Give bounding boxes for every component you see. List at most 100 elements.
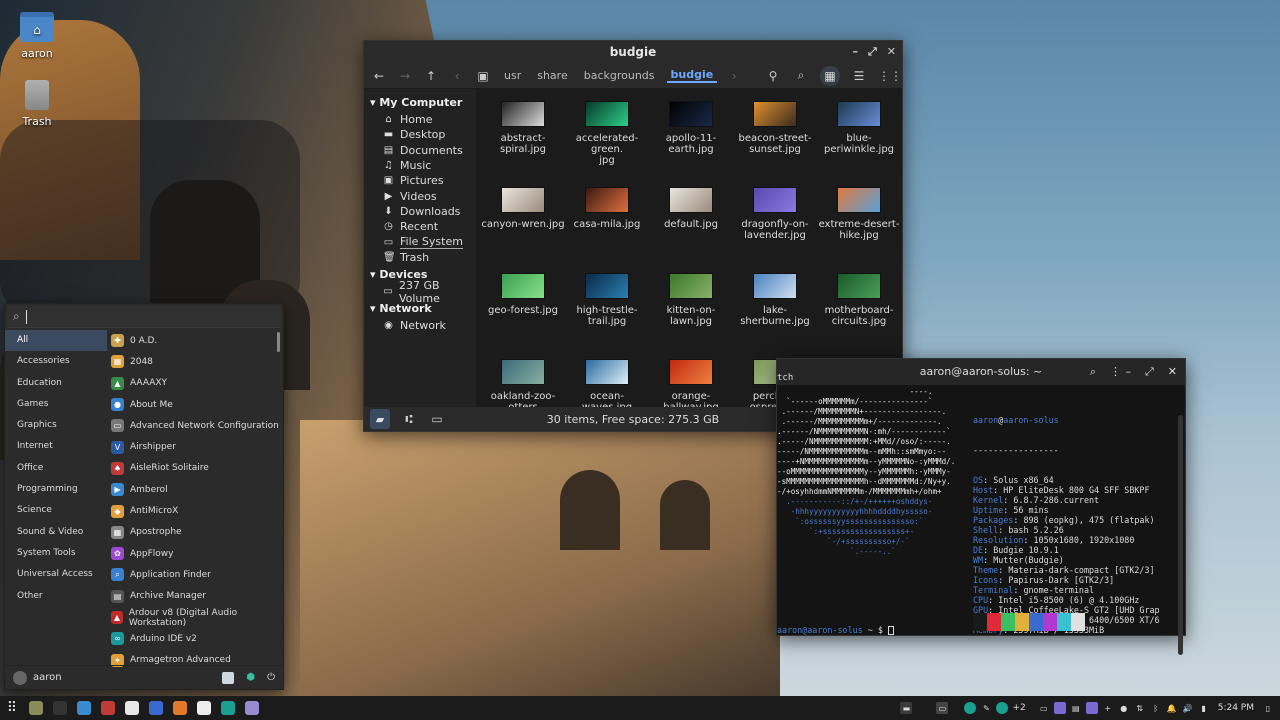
category-sound-video[interactable]: Sound & Video [5, 522, 107, 543]
close-icon[interactable]: ✕ [887, 41, 896, 63]
file-item[interactable]: lake-sherburne.jpg [733, 273, 817, 359]
file-item[interactable]: high-trestle-trail.jpg [565, 273, 649, 359]
panel-launcher[interactable] [24, 696, 48, 720]
sidebar-section-my-computer[interactable]: ▾ My Computer [364, 93, 476, 112]
breadcrumb-share[interactable]: share [533, 69, 572, 82]
sidebar-item-trash[interactable]: 🗑 Trash [364, 250, 476, 265]
icon-view-icon[interactable]: ▦ [820, 65, 840, 86]
window-titlebar[interactable]: budgie – ⤢ ✕ [364, 41, 902, 63]
minimize-icon[interactable]: – [852, 41, 858, 63]
file-item[interactable]: dragonfly-on- lavender.jpg [733, 187, 817, 273]
app-item[interactable]: ▤ Archive Manager [111, 586, 283, 607]
app-menu-button[interactable]: ⠿ [0, 696, 24, 720]
category-accessories[interactable]: Accessories [5, 351, 107, 372]
power-icon[interactable]: ⏻ [267, 672, 275, 683]
tray-app-icon-2[interactable] [996, 702, 1009, 714]
search-icon[interactable]: ⌕ [792, 68, 810, 83]
app-item[interactable]: ▲ Ardour v8 (Digital Audio Workstation) [111, 607, 283, 628]
app-item[interactable]: ♠ AisleRiot Solitaire [111, 458, 283, 479]
file-item[interactable]: orange-hallway.jpg [649, 359, 733, 407]
sidebar-item-file-system[interactable]: ▭ File System [364, 234, 476, 250]
app-item[interactable]: ▭ Advanced Network Configuration [111, 415, 283, 436]
breadcrumb-backgrounds[interactable]: backgrounds [580, 69, 659, 82]
sidebar-item-recent[interactable]: ◷ Recent [364, 219, 476, 234]
app-item[interactable]: ▶ Amberol [111, 479, 283, 500]
sidebar-item-videos[interactable]: ▶ Videos [364, 188, 476, 203]
tray-notes-icon[interactable] [1085, 702, 1098, 714]
app-item[interactable]: ▦ 2048 [111, 351, 283, 372]
sidebar-item-network[interactable]: ◉ Network [364, 318, 476, 333]
sidebar-item-desktop[interactable]: ▬ Desktop [364, 127, 476, 142]
tray-inkscape-icon[interactable]: ✎ [980, 702, 992, 714]
maximize-icon[interactable]: ⤢ [868, 41, 877, 63]
terminal-search-icon[interactable]: ⌕ [1090, 359, 1096, 385]
sidebar-item-home[interactable]: ⌂ Home [364, 112, 476, 127]
clipboard-icon[interactable]: ▤ [1070, 702, 1082, 714]
file-item[interactable]: default.jpg [649, 187, 733, 273]
app-item[interactable]: ◆ AntiMicroX [111, 500, 283, 521]
places-sidebar-icon[interactable]: ▰ [370, 409, 390, 429]
file-item[interactable]: abstract-spiral.jpg [481, 101, 565, 187]
menu-icon[interactable]: ⋮⋮ [878, 69, 902, 83]
bluetooth-icon[interactable]: ᛒ [1150, 702, 1162, 714]
category-graphics[interactable]: Graphics [5, 415, 107, 436]
files-window-icon[interactable]: ▬ [900, 702, 913, 714]
file-item[interactable]: kitten-on-lawn.jpg [649, 273, 733, 359]
app-item[interactable]: ⌕ Application Finder [111, 564, 283, 585]
panel-launcher[interactable] [192, 696, 216, 720]
keyboard-icon[interactable]: ▭ [1038, 702, 1050, 714]
category-games[interactable]: Games [5, 394, 107, 415]
panel-launcher[interactable] [72, 696, 96, 720]
panel-launcher[interactable] [120, 696, 144, 720]
settings-icon[interactable] [222, 671, 235, 684]
sidebar-item-documents[interactable]: ▤ Documents [364, 143, 476, 158]
category-universal-access[interactable]: Universal Access [5, 564, 107, 585]
file-item[interactable]: accelerated-green. jpg [565, 101, 649, 187]
app-item[interactable]: ✿ AppFlowy [111, 543, 283, 564]
filesystem-root-icon[interactable]: ▣ [474, 69, 492, 83]
terminal-titlebar[interactable]: tch aaron@aaron-solus: ~ ⌕ ⋮ – ⤢ ✕ [777, 359, 1185, 385]
terminal-content[interactable]: ----. `------oMMMMMMm/---------------` .… [777, 385, 1185, 655]
category-all[interactable]: All [5, 330, 107, 352]
category-other[interactable]: Other [5, 586, 107, 607]
panel-launcher[interactable] [96, 696, 120, 720]
breadcrumb-left-icon[interactable]: ‹ [448, 69, 466, 83]
user-avatar-icon[interactable] [13, 670, 27, 685]
tray-app-icon[interactable] [964, 702, 977, 714]
tree-sidebar-icon[interactable]: ⑆ [400, 412, 418, 426]
sidebar-item-music[interactable]: ♫ Music [364, 158, 476, 173]
file-item[interactable]: geo-forest.jpg [481, 273, 565, 359]
app-item[interactable]: ∞ Arduino IDE v2 [111, 628, 283, 649]
category-internet[interactable]: Internet [5, 436, 107, 457]
location-icon[interactable]: ⚲ [764, 69, 782, 83]
night-light-icon[interactable]: ● [1118, 702, 1130, 714]
file-item[interactable]: canyon-wren.jpg [481, 187, 565, 273]
app-item[interactable]: ● About Me [111, 394, 283, 415]
file-item[interactable]: apollo-11-earth.jpg [649, 101, 733, 187]
panel-launcher[interactable] [216, 696, 240, 720]
workspace-count[interactable]: +2 [1012, 703, 1025, 713]
list-view-icon[interactable]: ☰ [850, 69, 868, 83]
notification-icon[interactable]: 🔔 [1166, 702, 1178, 714]
panel-launcher[interactable] [48, 696, 72, 720]
app-item[interactable]: ✚ 0 A.D. [111, 330, 283, 351]
raven-sidebar-icon[interactable]: ▯ [1262, 702, 1274, 714]
close-icon[interactable]: ✕ [1168, 359, 1177, 385]
sidebar-item-pictures[interactable]: ▣ Pictures [364, 173, 476, 188]
battery-icon[interactable]: ▮ [1198, 702, 1210, 714]
tray-settings-icon[interactable] [1053, 702, 1066, 714]
workspace-add-icon[interactable]: + [1102, 702, 1114, 714]
up-arrow-icon[interactable]: ↑ [422, 69, 440, 83]
file-item[interactable]: casa-mila.jpg [565, 187, 649, 273]
panel-launcher[interactable] [168, 696, 192, 720]
panel-launcher[interactable] [240, 696, 264, 720]
forward-arrow-icon[interactable]: → [396, 69, 414, 83]
back-arrow-icon[interactable]: ← [370, 69, 388, 83]
category-education[interactable]: Education [5, 373, 107, 394]
breadcrumb-budgie[interactable]: budgie [666, 68, 718, 83]
category-system-tools[interactable]: System Tools [5, 543, 107, 564]
minimize-icon[interactable]: – [1125, 359, 1131, 385]
panel-launcher[interactable] [144, 696, 168, 720]
category-programming[interactable]: Programming [5, 479, 107, 500]
terminal-scrollbar[interactable] [1178, 415, 1183, 655]
